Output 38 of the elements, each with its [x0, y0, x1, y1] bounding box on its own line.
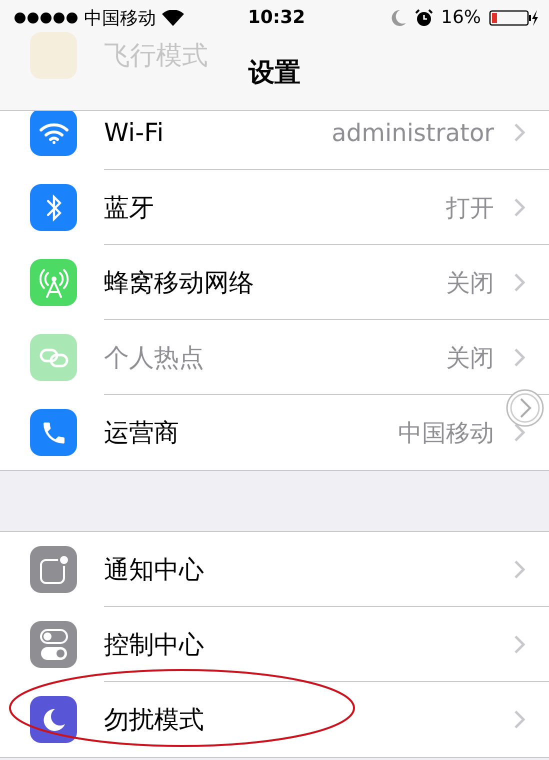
wifi-icon: [162, 10, 184, 26]
row-value: 中国移动: [398, 418, 494, 448]
status-time: 10:32: [248, 7, 306, 28]
moon-icon: [391, 8, 407, 26]
assistive-touch-icon[interactable]: [505, 388, 545, 428]
row-label: 个人热点: [104, 342, 204, 374]
alarm-icon: [415, 8, 433, 26]
settings-row[interactable]: Wi-Fi administrator: [0, 111, 549, 170]
row-label: 蜂窝移动网络: [104, 267, 254, 299]
row-value: 关闭: [446, 342, 494, 374]
chevron-icon: [514, 348, 525, 367]
row-value: administrator: [332, 118, 494, 146]
chevron-icon: [514, 710, 525, 729]
chevron-icon: [514, 123, 525, 142]
row-label: 勿扰模式: [104, 704, 204, 736]
row-value: 打开: [446, 192, 494, 224]
nav-title: 设置: [248, 58, 300, 88]
settings-row[interactable]: 勿扰模式: [0, 682, 549, 757]
chevron-icon: [514, 423, 525, 442]
row-value: 关闭: [446, 268, 494, 298]
chevron-icon: [514, 635, 525, 654]
chevron-icon: [514, 273, 525, 292]
carrier-name: 中国移动: [84, 6, 156, 30]
settings-row[interactable]: 控制中心: [0, 607, 549, 682]
battery-icon: [489, 10, 540, 26]
signal-icon: [14, 12, 78, 24]
row-label: 蓝牙: [104, 192, 154, 224]
row-label: Wi-Fi: [104, 118, 164, 147]
chevron-icon: [514, 560, 525, 579]
settings-row[interactable]: 通知中心: [0, 532, 549, 607]
battery-percentage: 16%: [441, 7, 482, 28]
chevron-icon: [514, 198, 525, 217]
settings-row[interactable]: 蓝牙 打开: [0, 170, 549, 245]
settings-row[interactable]: 运营商 中国移动: [0, 395, 549, 470]
row-label: 运营商: [104, 417, 179, 449]
settings-row[interactable]: 蜂窝移动网络 关闭: [0, 245, 549, 320]
row-label: 控制中心: [104, 629, 204, 661]
row-label: 通知中心: [104, 554, 204, 586]
